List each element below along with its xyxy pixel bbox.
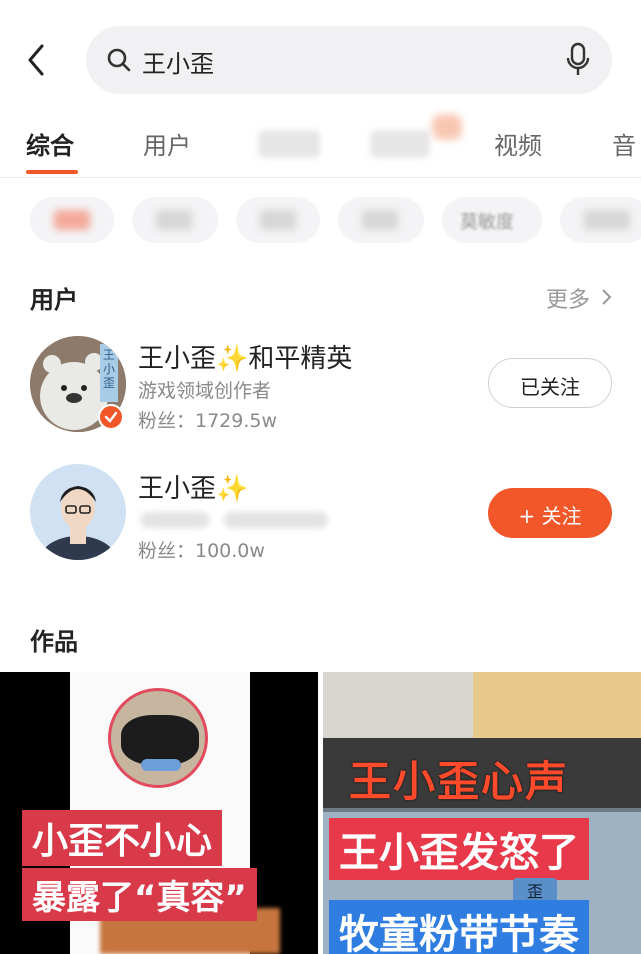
- work-caption-line1: 王小歪心声: [349, 757, 570, 806]
- blurred-subtitle: [140, 512, 210, 528]
- chevron-right-icon[interactable]: [600, 287, 612, 307]
- work-thumbnail[interactable]: 王小歪心声 王小歪发怒了 歪 牧童粉带节奏: [323, 672, 641, 954]
- microphone-icon[interactable]: [566, 42, 590, 78]
- filter-chip[interactable]: [338, 197, 424, 243]
- filter-chip[interactable]: [236, 197, 320, 243]
- user-name-text: 王小歪: [138, 474, 217, 504]
- tab-divider: [0, 177, 641, 178]
- avatar[interactable]: [30, 464, 126, 560]
- work-caption-line1: 小歪不小心: [22, 810, 223, 866]
- user-name[interactable]: 王小歪✨: [138, 468, 248, 505]
- thumbnail-bear-arm: [323, 672, 473, 742]
- filter-chip[interactable]: 莫敏度: [442, 197, 542, 243]
- blurred-subtitle: [224, 512, 328, 528]
- user-subtitle: 游戏领域创作者: [138, 380, 272, 402]
- user-fans: 粉丝：1729.5w: [138, 410, 278, 432]
- sparkle-icon: ✨: [216, 474, 249, 504]
- tab-comprehensive[interactable]: 综合: [26, 126, 74, 161]
- filter-chip[interactable]: [560, 197, 641, 243]
- work-thumbnail[interactable]: 小歪不小心 暴露了“真容”: [0, 672, 318, 954]
- work-caption-line3: 牧童粉带节奏: [329, 900, 589, 954]
- more-users-link[interactable]: 更多: [546, 282, 590, 314]
- sparkle-icon: ✨: [216, 344, 249, 374]
- tab-active-indicator: [26, 170, 78, 174]
- tab-blurred-2[interactable]: [370, 130, 430, 158]
- follow-button-label: + 关注: [518, 504, 582, 528]
- thumbnail-avatar: [108, 688, 208, 788]
- avatar-badge-text: 王小歪: [102, 348, 115, 390]
- following-button-label: 已关注: [520, 375, 580, 399]
- user-name[interactable]: 王小歪✨和平精英: [138, 338, 352, 375]
- work-caption-line2: 暴露了“真容”: [22, 868, 257, 921]
- verified-badge-icon: [98, 404, 124, 430]
- user-fans: 粉丝：100.0w: [138, 540, 265, 562]
- tab-users[interactable]: 用户: [143, 126, 191, 161]
- tab-badge-blur: [432, 114, 462, 140]
- back-arrow-icon[interactable]: [22, 40, 52, 80]
- tab-videos[interactable]: 视频: [494, 126, 542, 161]
- user-name-text: 王小歪: [138, 344, 217, 374]
- search-icon: [107, 48, 131, 72]
- search-input[interactable]: 王小歪: [86, 26, 612, 94]
- tab-music[interactable]: 音: [612, 126, 636, 161]
- user-name-suffix: 和平精英: [248, 344, 353, 374]
- search-query: 王小歪: [142, 50, 214, 78]
- filter-chip[interactable]: [30, 197, 114, 243]
- thumbnail-character: [473, 672, 641, 738]
- filter-chip-label: 莫敏度: [460, 212, 514, 233]
- follow-button[interactable]: + 关注: [488, 488, 612, 538]
- works-section-title: 作品: [30, 628, 78, 656]
- work-caption-line2: 王小歪发怒了: [329, 818, 589, 880]
- person-avatar-image: [30, 464, 126, 560]
- filter-chip[interactable]: [132, 197, 218, 243]
- tab-blurred-1[interactable]: [258, 130, 320, 158]
- following-button[interactable]: 已关注: [488, 358, 612, 408]
- users-section-title: 用户: [30, 286, 78, 314]
